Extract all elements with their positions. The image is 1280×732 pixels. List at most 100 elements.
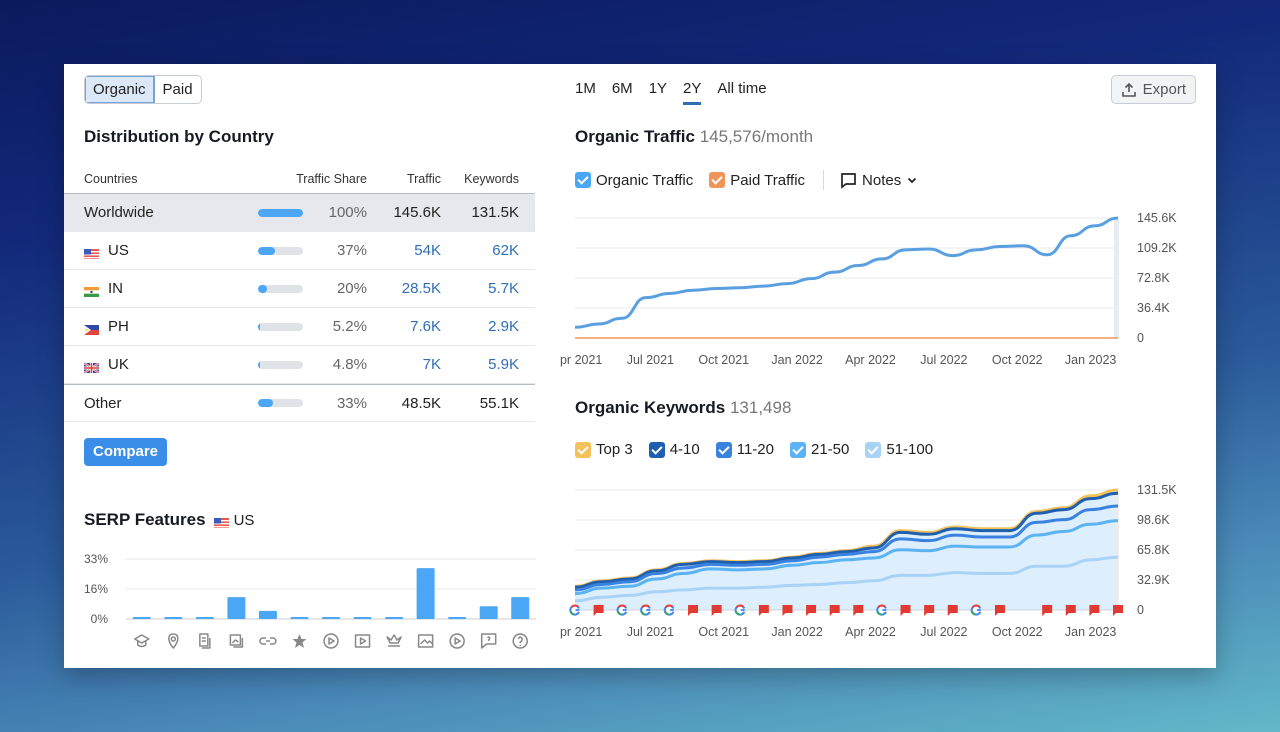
table-row[interactable]: IN 20% 28.5K 5.7K: [64, 270, 535, 308]
serp-bar[interactable]: [353, 617, 372, 619]
checkbox-icon: [575, 172, 591, 188]
share-bar: [258, 322, 308, 331]
table-row[interactable]: UK 4.8% 7K 5.9K: [64, 346, 535, 384]
google-update-icon[interactable]: [734, 604, 746, 616]
note-flag-icon[interactable]: [1089, 605, 1100, 616]
table-row[interactable]: Other 33% 48.5K 55.1K: [64, 384, 535, 422]
y-tick-label: 145.6K: [1137, 211, 1177, 225]
organic-keywords-chart: 0 32.9K 65.8K 98.6K 131.5K Apr 2021 Jul 2021 Oc…: [560, 483, 1177, 639]
google-update-icon[interactable]: [663, 604, 675, 616]
organic-tab[interactable]: Organic: [85, 76, 155, 103]
table-row[interactable]: Worldwide 100% 145.6K 131.5K: [64, 194, 535, 232]
google-update-icon[interactable]: [640, 604, 651, 616]
traffic-value[interactable]: 28.5K: [367, 280, 441, 297]
country-cell: UK: [64, 356, 258, 374]
note-flag-icon[interactable]: [782, 605, 793, 616]
note-flag-icon[interactable]: [900, 605, 911, 616]
serp-bar[interactable]: [479, 606, 498, 619]
legend-paid-traffic[interactable]: Paid Traffic: [709, 172, 805, 189]
period-tab-2y[interactable]: 2Y: [683, 80, 702, 105]
traffic-value[interactable]: 54K: [367, 242, 441, 259]
graduation-cap-icon[interactable]: [134, 634, 150, 648]
table-row[interactable]: PH 5.2% 7.6K 2.9K: [64, 308, 535, 346]
export-label: Export: [1142, 81, 1186, 98]
image-stack-icon[interactable]: [229, 634, 244, 648]
note-flag-icon[interactable]: [593, 605, 604, 616]
period-tab-1m[interactable]: 1M: [575, 80, 596, 105]
x-tick-label: Oct 2021: [698, 353, 749, 367]
organic-keywords-header: Organic Keywords 131,498: [575, 398, 791, 418]
traffic-share: 33%: [336, 394, 367, 412]
period-tab-1y[interactable]: 1Y: [649, 80, 667, 105]
serp-bar[interactable]: [322, 617, 340, 619]
y-tick-label: 109.2K: [1137, 241, 1177, 255]
map-pin-icon[interactable]: [168, 633, 179, 649]
note-flag-icon[interactable]: [853, 605, 864, 616]
play-circle-icon[interactable]: [323, 633, 339, 649]
legend-organic-traffic[interactable]: Organic Traffic: [575, 172, 693, 189]
serp-bar[interactable]: [385, 617, 404, 619]
serp-bar[interactable]: [511, 597, 530, 619]
note-flag-icon[interactable]: [688, 605, 699, 616]
image-icon[interactable]: [417, 634, 434, 648]
serp-bar[interactable]: [258, 610, 277, 619]
serp-bar[interactable]: [164, 617, 183, 619]
compare-button[interactable]: Compare: [84, 438, 168, 466]
note-flag-icon[interactable]: [994, 605, 1005, 616]
keywords-value[interactable]: 62K: [441, 242, 527, 259]
note-flag-icon[interactable]: [1113, 605, 1123, 616]
serp-bar[interactable]: [290, 617, 309, 619]
link-icon[interactable]: [259, 637, 277, 645]
note-flag-icon[interactable]: [1065, 605, 1076, 616]
google-update-icon[interactable]: [616, 604, 628, 616]
serp-bar[interactable]: [227, 597, 246, 619]
star-icon[interactable]: [292, 634, 307, 648]
note-flag-icon[interactable]: [829, 605, 840, 616]
legend-51-100[interactable]: 51-100: [865, 441, 933, 458]
document-icon[interactable]: [199, 633, 211, 649]
legend-top-3[interactable]: Top 3: [575, 441, 633, 458]
keywords-value[interactable]: 5.7K: [441, 280, 527, 297]
paid-tab[interactable]: Paid: [155, 76, 201, 103]
col-traffic[interactable]: Traffic: [367, 172, 441, 186]
legend-4-10[interactable]: 4-10: [648, 441, 700, 458]
y-tick-label: 36.4K: [1137, 301, 1170, 315]
google-update-icon[interactable]: [876, 604, 887, 616]
keywords-value[interactable]: 5.9K: [441, 356, 527, 373]
traffic-type-toggle: Organic Paid: [84, 75, 202, 104]
serp-bar[interactable]: [448, 617, 467, 619]
question-circle-icon[interactable]: [512, 633, 528, 649]
period-tab-6m[interactable]: 6M: [612, 80, 633, 105]
crown-icon[interactable]: [386, 634, 402, 647]
keywords-value: 131.5K: [471, 204, 519, 221]
table-row[interactable]: US 37% 54K 62K: [64, 232, 535, 270]
note-flag-icon[interactable]: [924, 605, 935, 616]
note-flag-icon[interactable]: [1042, 605, 1053, 616]
legend-21-50[interactable]: 21-50: [790, 441, 849, 458]
traffic-value[interactable]: 7K: [367, 356, 441, 373]
keywords-value[interactable]: 2.9K: [441, 318, 527, 335]
period-tab-all-time[interactable]: All time: [717, 80, 766, 105]
question-bubble-icon[interactable]: [480, 633, 497, 649]
play-circle-icon[interactable]: [449, 633, 465, 649]
note-flag-icon[interactable]: [806, 605, 817, 616]
serp-country[interactable]: US: [213, 512, 254, 529]
note-flag-icon[interactable]: [947, 605, 958, 616]
export-button[interactable]: Export: [1110, 75, 1196, 104]
legend-11-20[interactable]: 11-20: [715, 441, 774, 458]
play-square-icon[interactable]: [354, 634, 371, 648]
serp-bar[interactable]: [195, 617, 214, 619]
organic-traffic-chart: 0 36.4K 72.8K 109.2K 145.6K Apr 2021 Jul 2021 O…: [560, 211, 1177, 367]
organic-traffic-line[interactable]: [574, 216, 1119, 329]
col-traffic-share[interactable]: Traffic Share: [258, 172, 367, 186]
x-tick-label: Jul 2021: [627, 625, 674, 639]
google-update-icon[interactable]: [569, 604, 580, 616]
serp-bar[interactable]: [416, 568, 435, 619]
serp-bar[interactable]: [132, 617, 151, 619]
google-update-icon[interactable]: [970, 604, 982, 616]
col-keywords[interactable]: Keywords: [441, 172, 527, 186]
notes-dropdown[interactable]: Notes: [840, 172, 918, 189]
note-flag-icon[interactable]: [711, 605, 722, 616]
note-flag-icon[interactable]: [758, 605, 769, 616]
traffic-value[interactable]: 7.6K: [367, 318, 441, 335]
